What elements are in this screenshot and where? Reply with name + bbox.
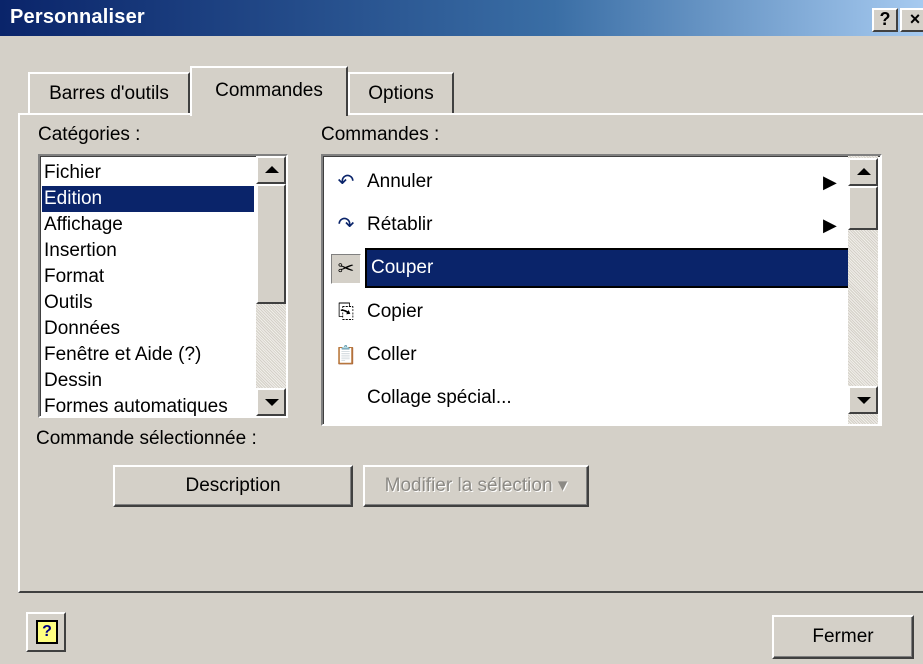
tab-commands[interactable]: Commandes: [190, 66, 348, 116]
list-item[interactable]: Données: [42, 316, 254, 342]
close-button[interactable]: Fermer: [772, 615, 914, 659]
list-item-copier[interactable]: ⎘ Copier: [327, 292, 847, 332]
arrow-down-icon: [265, 399, 279, 406]
categories-label: Catégories :: [38, 124, 141, 145]
list-item-retablir[interactable]: ↷ Rétablir ▶: [327, 205, 847, 245]
list-item-coller[interactable]: 📋 Coller: [327, 335, 847, 375]
undo-icon: ↶: [337, 171, 355, 193]
list-item[interactable]: Fichier: [42, 160, 254, 186]
paste-icon: 📋: [334, 345, 358, 365]
help-button[interactable]: ?: [26, 612, 66, 652]
list-item[interactable]: Formes automatiques: [42, 394, 254, 416]
scroll-thumb[interactable]: [256, 184, 286, 304]
commands-scrollbar[interactable]: [848, 156, 878, 424]
list-item[interactable]: Dessin: [42, 368, 254, 394]
submenu-arrow-icon: ▶: [823, 172, 837, 192]
customize-dialog: Personnaliser ? × Barres d'outils Comman…: [0, 0, 923, 664]
modify-selection-button[interactable]: Modifier la sélection ▾: [363, 465, 589, 507]
list-item-collage-special[interactable]: Collage spécial...: [327, 378, 847, 418]
help-icon: ?: [36, 620, 58, 644]
help-title-button[interactable]: ?: [872, 8, 898, 32]
selected-command-label: Commande sélectionnée :: [36, 428, 257, 449]
description-button[interactable]: Description: [113, 465, 353, 507]
scroll-up-button[interactable]: [848, 158, 878, 186]
arrow-up-icon: [265, 166, 279, 173]
redo-icon: ↷: [337, 214, 355, 236]
scroll-down-button[interactable]: [256, 388, 286, 416]
tab-options[interactable]: Options: [348, 72, 454, 114]
scroll-up-button[interactable]: [256, 156, 286, 184]
commands-list[interactable]: ↶ Annuler ▶ ↷ Rétablir ▶ ✂ Couper ⎘ Copi…: [321, 154, 882, 426]
submenu-arrow-icon: ▶: [823, 215, 837, 235]
list-item[interactable]: Affichage: [42, 212, 254, 238]
categories-list[interactable]: Fichier Edition Affichage Insertion Form…: [38, 154, 288, 418]
arrow-up-icon: [857, 168, 871, 175]
title-bar: Personnaliser ? ×: [0, 0, 923, 36]
dialog-title: Personnaliser: [10, 6, 145, 28]
scroll-down-button[interactable]: [848, 386, 878, 414]
close-title-button[interactable]: ×: [900, 8, 923, 32]
scissors-icon: ✂: [331, 254, 361, 284]
commands-label: Commandes :: [321, 124, 440, 145]
scroll-thumb[interactable]: [848, 186, 878, 230]
categories-scrollbar[interactable]: [256, 156, 286, 416]
list-item[interactable]: Edition: [42, 186, 254, 212]
list-item-annuler[interactable]: ↶ Annuler ▶: [327, 162, 847, 202]
list-item[interactable]: Insertion: [42, 238, 254, 264]
tab-toolbars[interactable]: Barres d'outils: [28, 72, 190, 114]
arrow-down-icon: [857, 397, 871, 404]
list-item[interactable]: Outils: [42, 290, 254, 316]
list-item[interactable]: Fenêtre et Aide (?): [42, 342, 254, 368]
list-item-couper[interactable]: ✂ Couper: [327, 248, 851, 288]
list-item[interactable]: Format: [42, 264, 254, 290]
copy-icon: ⎘: [338, 301, 354, 323]
